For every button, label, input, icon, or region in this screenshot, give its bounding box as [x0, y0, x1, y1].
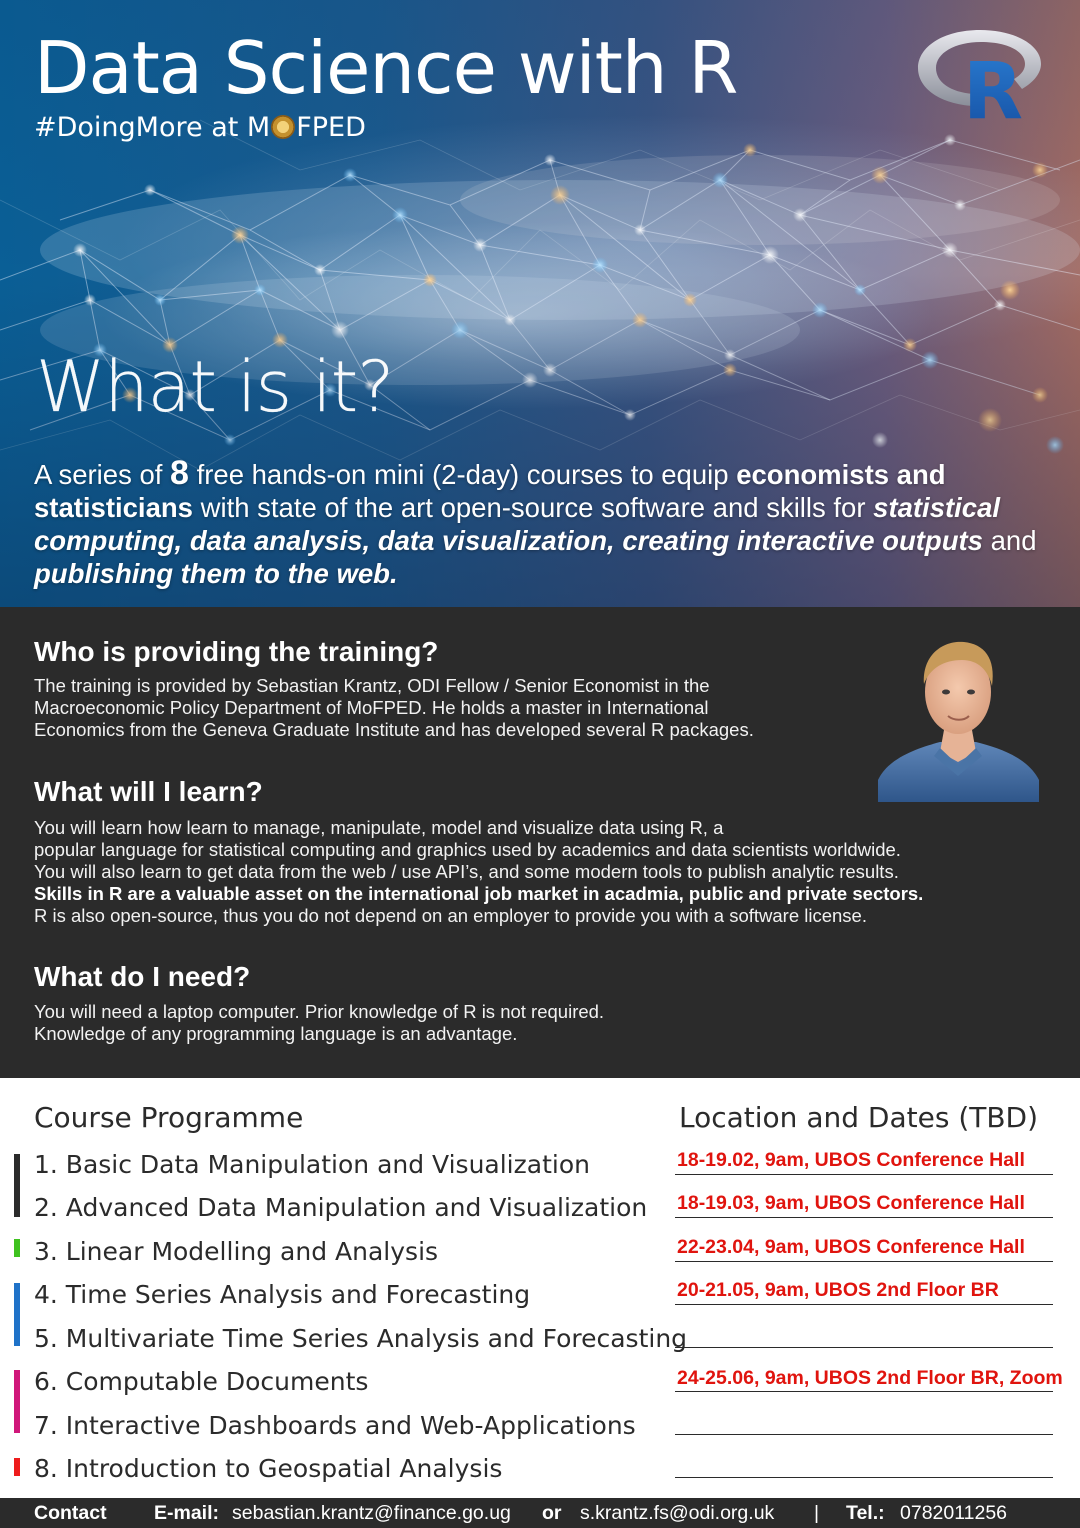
hashtag-tagline: #DoingMore at M FPED	[34, 114, 366, 141]
tagline-prefix: #DoingMore at M	[34, 112, 271, 143]
course-date: 18-19.03, 9am, UBOS Conference Hall	[677, 1192, 1025, 1214]
r-logo-letter: R	[963, 47, 1023, 122]
track-marker-documents	[14, 1370, 20, 1433]
need-line: You will need a laptop computer. Prior k…	[34, 1001, 605, 1022]
track-marker-timeseries	[14, 1283, 20, 1346]
hero-banner: Data Science with R #DoingMore at M FPED …	[0, 0, 1080, 607]
need-heading: What do I need?	[34, 961, 251, 992]
info-section: Who is providing the training? The train…	[0, 607, 1080, 1078]
learn-line: You will learn how learn to manage, mani…	[34, 817, 724, 838]
course-date: 22-23.04, 9am, UBOS Conference Hall	[677, 1236, 1025, 1258]
track-marker-linear	[14, 1239, 20, 1257]
need-text: You will need a laptop computer. Prior k…	[34, 1001, 604, 1045]
who-heading: Who is providing the training?	[34, 636, 439, 667]
date-underline	[675, 1434, 1053, 1435]
email-link-secondary[interactable]: s.krantz.fs@odi.org.uk	[580, 1498, 774, 1528]
description-text: free hands-on mini (2-day) courses to eq…	[188, 459, 737, 490]
learn-line: popular language for statistical computi…	[34, 839, 901, 860]
contact-label: Contact	[34, 1502, 107, 1524]
course-count: 8	[170, 454, 189, 492]
email-label: E-mail:	[154, 1502, 220, 1524]
course-item: 2. Advanced Data Manipulation and Visual…	[34, 1193, 648, 1222]
programme-heading: Course Programme	[34, 1101, 304, 1134]
course-item: 7. Interactive Dashboards and Web-Applic…	[34, 1411, 636, 1440]
who-line: The training is provided by Sebastian Kr…	[34, 675, 710, 696]
course-description: A series of 8 free hands-on mini (2-day)…	[34, 454, 1054, 590]
contact-footer: Contact E-mail: sebastian.krantz@finance…	[0, 1498, 1080, 1528]
learn-text: You will learn how learn to manage, mani…	[34, 817, 923, 927]
date-underline	[675, 1477, 1053, 1478]
course-item: 6. Computable Documents	[34, 1367, 369, 1396]
date-underline	[675, 1261, 1053, 1262]
date-underline	[675, 1304, 1053, 1305]
description-text: and	[982, 525, 1037, 556]
track-marker-geo	[14, 1458, 20, 1476]
track-marker-basic	[14, 1154, 20, 1217]
footer-divider: |	[814, 1502, 820, 1524]
course-item: 3. Linear Modelling and Analysis	[34, 1237, 439, 1266]
who-line: Economics from the Geneva Graduate Insti…	[34, 719, 754, 740]
course-programme: Course Programme Location and Dates (TBD…	[0, 1078, 1080, 1498]
date-underline	[675, 1347, 1053, 1348]
course-date: 20-21.05, 9am, UBOS 2nd Floor BR	[677, 1279, 999, 1301]
course-item: 4. Time Series Analysis and Forecasting	[34, 1280, 531, 1309]
who-line: Macroeconomic Policy Department of MoFPE…	[34, 697, 709, 718]
who-text: The training is provided by Sebastian Kr…	[34, 675, 754, 741]
email-link-primary[interactable]: sebastian.krantz@finance.go.ug	[232, 1498, 511, 1528]
or-separator: or	[542, 1502, 562, 1524]
course-item: 1. Basic Data Manipulation and Visualiza…	[34, 1150, 590, 1179]
learn-highlight: Skills in R are a valuable asset on the …	[34, 883, 924, 904]
description-text: A series of	[34, 459, 171, 490]
tagline-suffix: FPED	[296, 112, 366, 143]
date-underline	[675, 1174, 1053, 1175]
publishing-skill: publishing them to the web.	[34, 558, 398, 589]
date-underline	[675, 1217, 1053, 1218]
date-underline	[675, 1391, 1053, 1392]
location-heading: Location and Dates (TBD)	[679, 1101, 1039, 1134]
course-date: 24-25.06, 9am, UBOS 2nd Floor BR, Zoom	[677, 1367, 1063, 1389]
learn-line: R is also open-source, thus you do not d…	[34, 905, 867, 926]
description-text: with state of the art open-source softwa…	[192, 492, 874, 523]
learn-heading: What will I learn?	[34, 776, 263, 807]
trainer-photo	[878, 630, 1039, 802]
r-logo-icon: R	[918, 30, 1041, 122]
learn-line: You will also learn to get data from the…	[34, 861, 899, 882]
course-date: 18-19.02, 9am, UBOS Conference Hall	[677, 1149, 1025, 1171]
tel-label: Tel.:	[846, 1502, 885, 1524]
what-is-it-heading: What is it?	[36, 346, 395, 428]
phone-number[interactable]: 0782011256	[900, 1498, 1007, 1528]
course-item: 8. Introduction to Geospatial Analysis	[34, 1454, 503, 1483]
course-item: 5. Multivariate Time Series Analysis and…	[34, 1324, 688, 1353]
need-line: Knowledge of any programming language is…	[34, 1023, 518, 1044]
mofped-seal-icon	[271, 115, 296, 139]
poster-title: Data Science with R	[34, 26, 738, 110]
